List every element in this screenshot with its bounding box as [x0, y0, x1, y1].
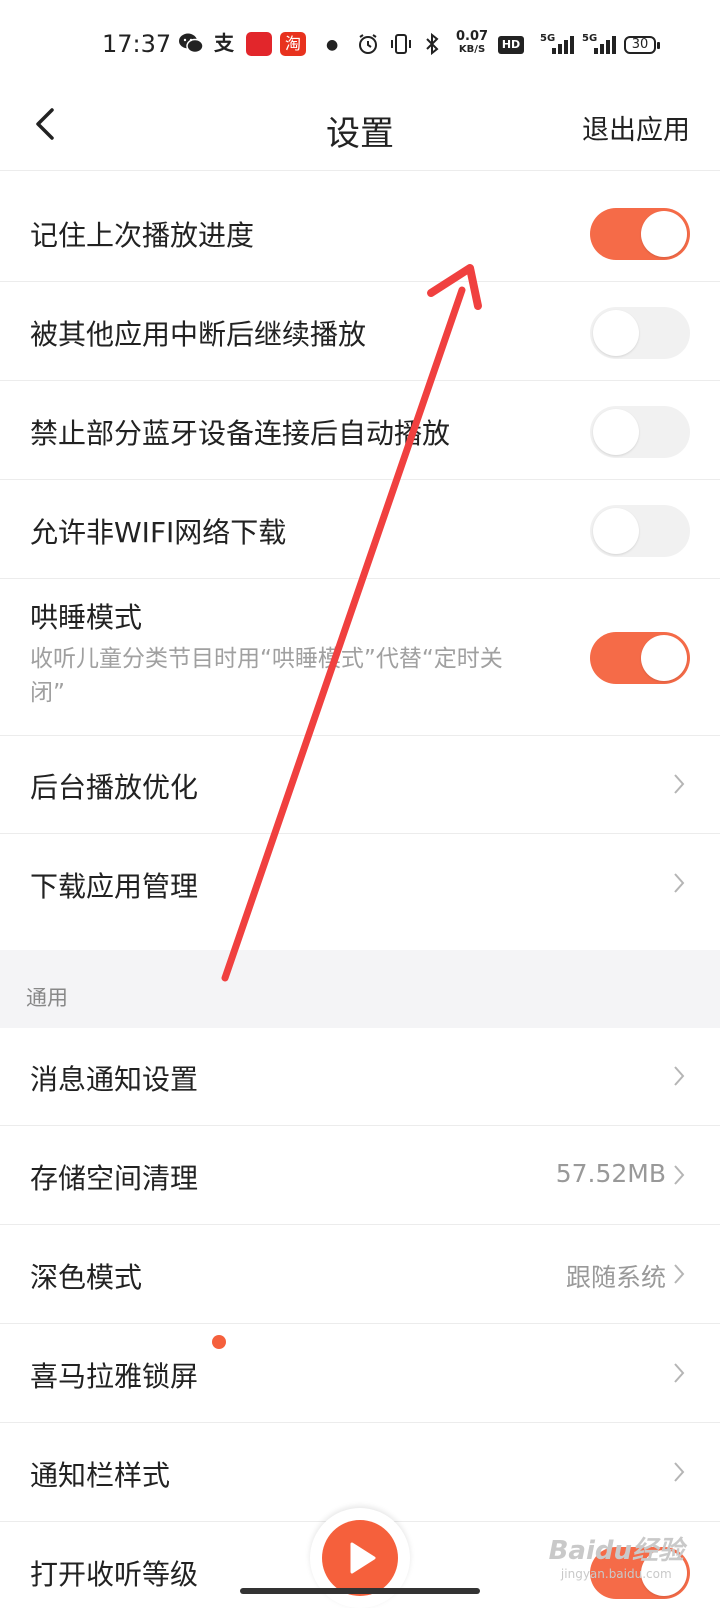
toggle-knob [593, 409, 639, 455]
row-label: 下载应用管理 [30, 870, 199, 903]
row-label: 允许非WIFI网络下载 [30, 516, 287, 549]
remember-progress-toggle[interactable] [590, 208, 690, 260]
chevron-right-icon [674, 1363, 685, 1383]
toggle-knob [641, 211, 687, 257]
row-label: 喜马拉雅锁屏 [30, 1360, 199, 1393]
signal-icon [594, 36, 616, 54]
row-label: 打开收听等级 [30, 1558, 199, 1591]
row-non-wifi-download[interactable]: 允许非WIFI网络下载 [0, 481, 720, 579]
row-label: 后台播放优化 [30, 771, 199, 804]
taobao-icon: 淘 [280, 32, 306, 56]
bluetooth-autoplay-toggle[interactable] [590, 406, 690, 458]
battery-icon: 30 [624, 36, 660, 54]
non-wifi-download-toggle[interactable] [590, 505, 690, 557]
signal-icon [552, 36, 574, 54]
row-label: 记住上次播放进度 [30, 219, 255, 252]
top-bar: 设置 退出应用 [0, 86, 720, 171]
exit-app-button[interactable]: 退出应用 [582, 108, 690, 147]
bluetooth-icon [422, 32, 444, 60]
play-icon [350, 1542, 376, 1574]
chevron-right-icon [674, 1066, 685, 1086]
section-header-general: 通用 [0, 950, 720, 1028]
row-background-playback[interactable]: 后台播放优化 [0, 736, 720, 834]
row-label: 存储空间清理 [30, 1162, 199, 1195]
toggle-knob [641, 635, 687, 681]
alipay-icon: 支 [214, 31, 234, 55]
row-lock-screen[interactable]: 喜马拉雅锁屏 [0, 1325, 720, 1423]
watermark: Baidu经验 jingyan.baidu.com [549, 1530, 684, 1581]
notification-dot-icon: ● [326, 37, 339, 53]
row-resume-after-interrupt[interactable]: 被其他应用中断后继续播放 [0, 283, 720, 381]
row-description: 收听儿童分类节目时用“哄睡模式”代替“定时关闭” [30, 646, 503, 706]
row-remember-progress[interactable]: 记住上次播放进度 [0, 184, 720, 282]
chevron-right-icon [674, 1264, 685, 1284]
shopping-app-icon [246, 32, 272, 56]
chevron-right-icon [674, 1165, 685, 1185]
row-download-manager[interactable]: 下载应用管理 [0, 835, 720, 950]
toggle-knob [593, 508, 639, 554]
row-label: 消息通知设置 [30, 1063, 199, 1096]
row-label: 禁止部分蓝牙设备连接后自动播放 [30, 417, 451, 450]
hd-voice-icon: HD [498, 36, 524, 54]
row-label: 被其他应用中断后继续播放 [30, 318, 367, 351]
row-bluetooth-autoplay[interactable]: 禁止部分蓝牙设备连接后自动播放 [0, 382, 720, 480]
row-storage-cleanup[interactable]: 存储空间清理 57.52MB [0, 1127, 720, 1225]
new-badge-dot [212, 1335, 226, 1349]
watermark-url: jingyan.baidu.com [560, 1567, 672, 1581]
toggle-knob [593, 310, 639, 356]
status-bar: 17:37 支 淘 ● 0.07 KB/S HD 5G 5G 30 [0, 0, 720, 86]
row-notification-settings[interactable]: 消息通知设置 [0, 1028, 720, 1126]
status-time: 17:37 [102, 30, 172, 58]
home-indicator[interactable] [240, 1588, 480, 1594]
row-label: 通知栏样式 [30, 1459, 171, 1492]
chevron-right-icon [674, 873, 685, 893]
network-speed: 0.07 KB/S [456, 29, 489, 55]
row-dark-mode[interactable]: 深色模式 跟随系统 [0, 1226, 720, 1324]
row-sleep-mode[interactable]: 哄睡模式 收听儿童分类节目时用“哄睡模式”代替“定时关闭” [0, 580, 720, 736]
section-title: 通用 [26, 986, 68, 1010]
vibrate-icon [390, 32, 412, 60]
dark-mode-value: 跟随系统 [565, 1263, 666, 1292]
chevron-right-icon [674, 774, 685, 794]
watermark-brand: Baidu经验 [548, 1536, 684, 1566]
storage-size-value: 57.52MB [555, 1159, 666, 1188]
row-label: 深色模式 [30, 1261, 143, 1294]
alarm-icon [356, 32, 380, 60]
resume-after-interrupt-toggle[interactable] [590, 307, 690, 359]
row-label: 哄睡模式 [30, 601, 143, 634]
wechat-icon [178, 32, 204, 58]
chevron-right-icon [674, 1462, 685, 1482]
play-button[interactable] [322, 1520, 398, 1596]
sleep-mode-toggle[interactable] [590, 632, 690, 684]
